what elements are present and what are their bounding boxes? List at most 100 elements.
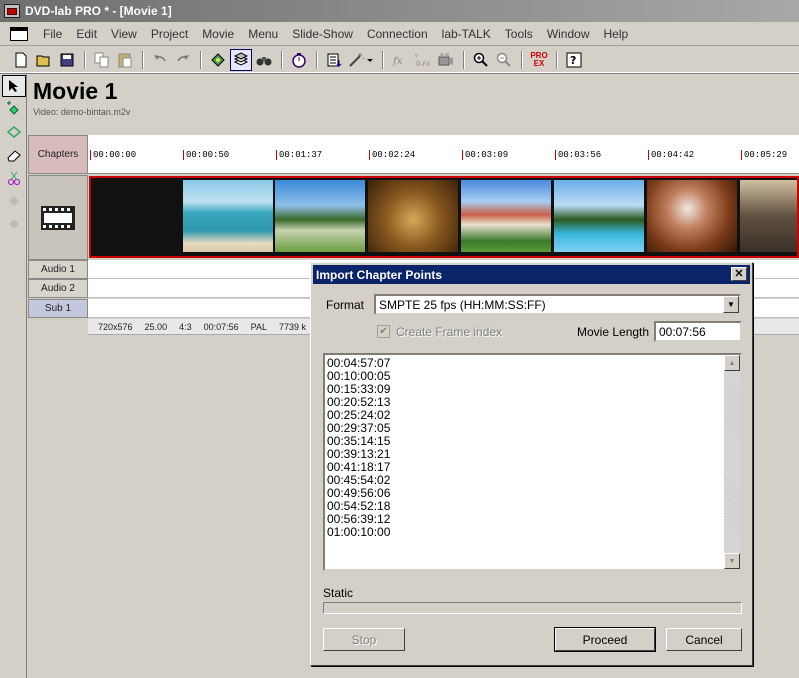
pointer-tool-icon[interactable] [2, 75, 26, 97]
audio2-track-label[interactable]: Audio 2 [28, 279, 88, 298]
menu-help[interactable]: Help [597, 27, 636, 41]
undo-icon[interactable] [149, 49, 171, 71]
menu-lab-talk[interactable]: lab-TALK [435, 27, 498, 41]
info-bitrate: 7739 k [278, 321, 307, 332]
cancel-button[interactable]: Cancel [666, 628, 742, 651]
proceed-button[interactable]: Proceed [554, 627, 656, 652]
menu-edit[interactable]: Edit [69, 27, 104, 41]
toolbar-separator [200, 50, 202, 69]
movie-title: Movie 1 [33, 78, 118, 104]
ruler-tick-label: 00:00:00 [93, 150, 137, 160]
toolbar-separator [556, 50, 558, 69]
binoculars-icon[interactable] [253, 49, 275, 71]
paste-icon[interactable] [114, 49, 136, 71]
format-label: Format [326, 298, 365, 312]
menu-window[interactable]: Window [540, 27, 597, 41]
list-icon[interactable] [323, 49, 345, 71]
scroll-down-icon[interactable]: ▼ [724, 553, 740, 569]
import-progress-bar [323, 602, 742, 614]
new-icon[interactable] [10, 49, 32, 71]
pro-ex-icon[interactable]: PRO EX [528, 49, 550, 71]
chapter-point-line: 01:00:10:00 [327, 525, 391, 539]
info-fps: 25.00 [144, 321, 168, 332]
video-frame [275, 180, 365, 252]
video-filmstrip[interactable] [89, 176, 799, 258]
redo-icon[interactable] [172, 49, 194, 71]
menu-file[interactable]: File [36, 27, 69, 41]
save-icon[interactable] [56, 49, 78, 71]
create-frame-index-label: Create Frame index [396, 325, 503, 339]
video-frame [461, 180, 551, 252]
copy-icon[interactable] [91, 49, 113, 71]
menu-bar: File Edit View Project Movie Menu Slide-… [0, 22, 799, 46]
svg-text:D-FX: D-FX [416, 61, 430, 68]
chapter-next-tool-icon[interactable] [2, 213, 26, 235]
toolbar-separator [521, 50, 523, 69]
chapter-diamond-tool-icon[interactable] [2, 121, 26, 143]
vertical-scrollbar[interactable]: ▲ ▼ [724, 355, 740, 569]
menu-movie[interactable]: Movie [195, 27, 241, 41]
chapter-points-list: 00:04:57:07 00:10:00:05 00:15:33:09 00:20:5… [327, 357, 390, 539]
info-duration: 00:07:56 [203, 321, 239, 332]
stop-button[interactable]: Stop [323, 628, 405, 651]
timer-icon[interactable] [288, 49, 310, 71]
video-frame [740, 180, 797, 252]
menu-menu[interactable]: Menu [241, 27, 285, 41]
svg-text:?: ? [570, 54, 576, 67]
window-title-bar[interactable]: DVD-lab PRO * - [Movie 1] [0, 0, 799, 22]
menu-connection[interactable]: Connection [360, 27, 435, 41]
toolbar-separator [382, 50, 384, 69]
chapters-track-label[interactable]: Chapters [28, 135, 88, 174]
chapter-prev-tool-icon[interactable] [2, 190, 26, 212]
add-chapter-tool-icon[interactable] [2, 98, 26, 120]
dialog-title-bar[interactable]: Import Chapter Points ✕ [313, 265, 750, 284]
zoom-in-icon[interactable] [470, 49, 492, 71]
open-icon[interactable] [33, 49, 55, 71]
split-tool-icon[interactable] [2, 167, 26, 189]
chapter-points-textarea[interactable]: 00:04:57:07 00:10:00:05 00:15:33:09 00:20:5… [323, 353, 742, 571]
menu-view[interactable]: View [104, 27, 144, 41]
info-standard: PAL [250, 321, 267, 332]
ruler-tick-label: 00:03:56 [558, 150, 602, 160]
import-chapter-points-dialog: Import Chapter Points ✕ Format SMPTE 25 … [310, 262, 753, 666]
help-icon[interactable]: ? [563, 49, 585, 71]
format-select-value: SMPTE 25 fps (HH:MM:SS:FF) [379, 298, 546, 312]
magic-wand-icon[interactable] [346, 49, 376, 71]
zoom-out-icon[interactable] [493, 49, 515, 71]
menu-project[interactable]: Project [144, 27, 195, 41]
menu-tools[interactable]: Tools [498, 27, 540, 41]
svg-text:ᴰ: ᴰ [415, 53, 419, 61]
ruler-tick-label: 00:03:09 [465, 150, 509, 160]
assets-icon[interactable] [207, 49, 229, 71]
toolbar-separator [281, 50, 283, 69]
scroll-up-icon[interactable]: ▲ [724, 355, 740, 371]
video-track-label[interactable] [28, 175, 88, 260]
layers-icon[interactable] [230, 48, 252, 71]
eraser-tool-icon[interactable] [2, 144, 26, 166]
toolbar-separator [142, 50, 144, 69]
movie-length-field[interactable]: 00:07:56 [654, 321, 742, 342]
main-toolbar: fx ᴰ D-FX PRO EX ? [0, 47, 799, 73]
close-icon[interactable]: ✕ [731, 267, 747, 281]
fx-icon[interactable]: fx [389, 49, 411, 71]
toolbar-separator [316, 50, 318, 69]
create-frame-index-checkbox[interactable]: ✔ [377, 325, 390, 338]
menu-slide-show[interactable]: Slide-Show [285, 27, 360, 41]
document-window-icon[interactable] [10, 26, 28, 41]
ruler-tick-label: 00:00:50 [186, 150, 230, 160]
format-select[interactable]: SMPTE 25 fps (HH:MM:SS:FF) ▼ [374, 294, 741, 315]
video-frame [647, 180, 737, 252]
movie-render-icon[interactable] [435, 49, 457, 71]
dfx-icon[interactable]: ᴰ D-FX [412, 49, 434, 71]
ruler-tick-label: 00:02:24 [372, 150, 416, 160]
chevron-down-icon[interactable]: ▼ [723, 296, 739, 313]
sub1-track-label[interactable]: Sub 1 [28, 299, 88, 318]
timeline-ruler[interactable]: 00:00:00 00:00:50 00:01:37 00:02:24 00:03:09… [88, 135, 799, 174]
app-icon[interactable] [4, 4, 20, 18]
toolbar-separator [84, 50, 86, 69]
toolbar-separator [463, 50, 465, 69]
audio1-track-label[interactable]: Audio 1 [28, 260, 88, 279]
dialog-title: Import Chapter Points [316, 267, 443, 282]
info-resolution: 720x576 [98, 321, 133, 332]
window-title: DVD-lab PRO * - [Movie 1] [25, 4, 172, 18]
